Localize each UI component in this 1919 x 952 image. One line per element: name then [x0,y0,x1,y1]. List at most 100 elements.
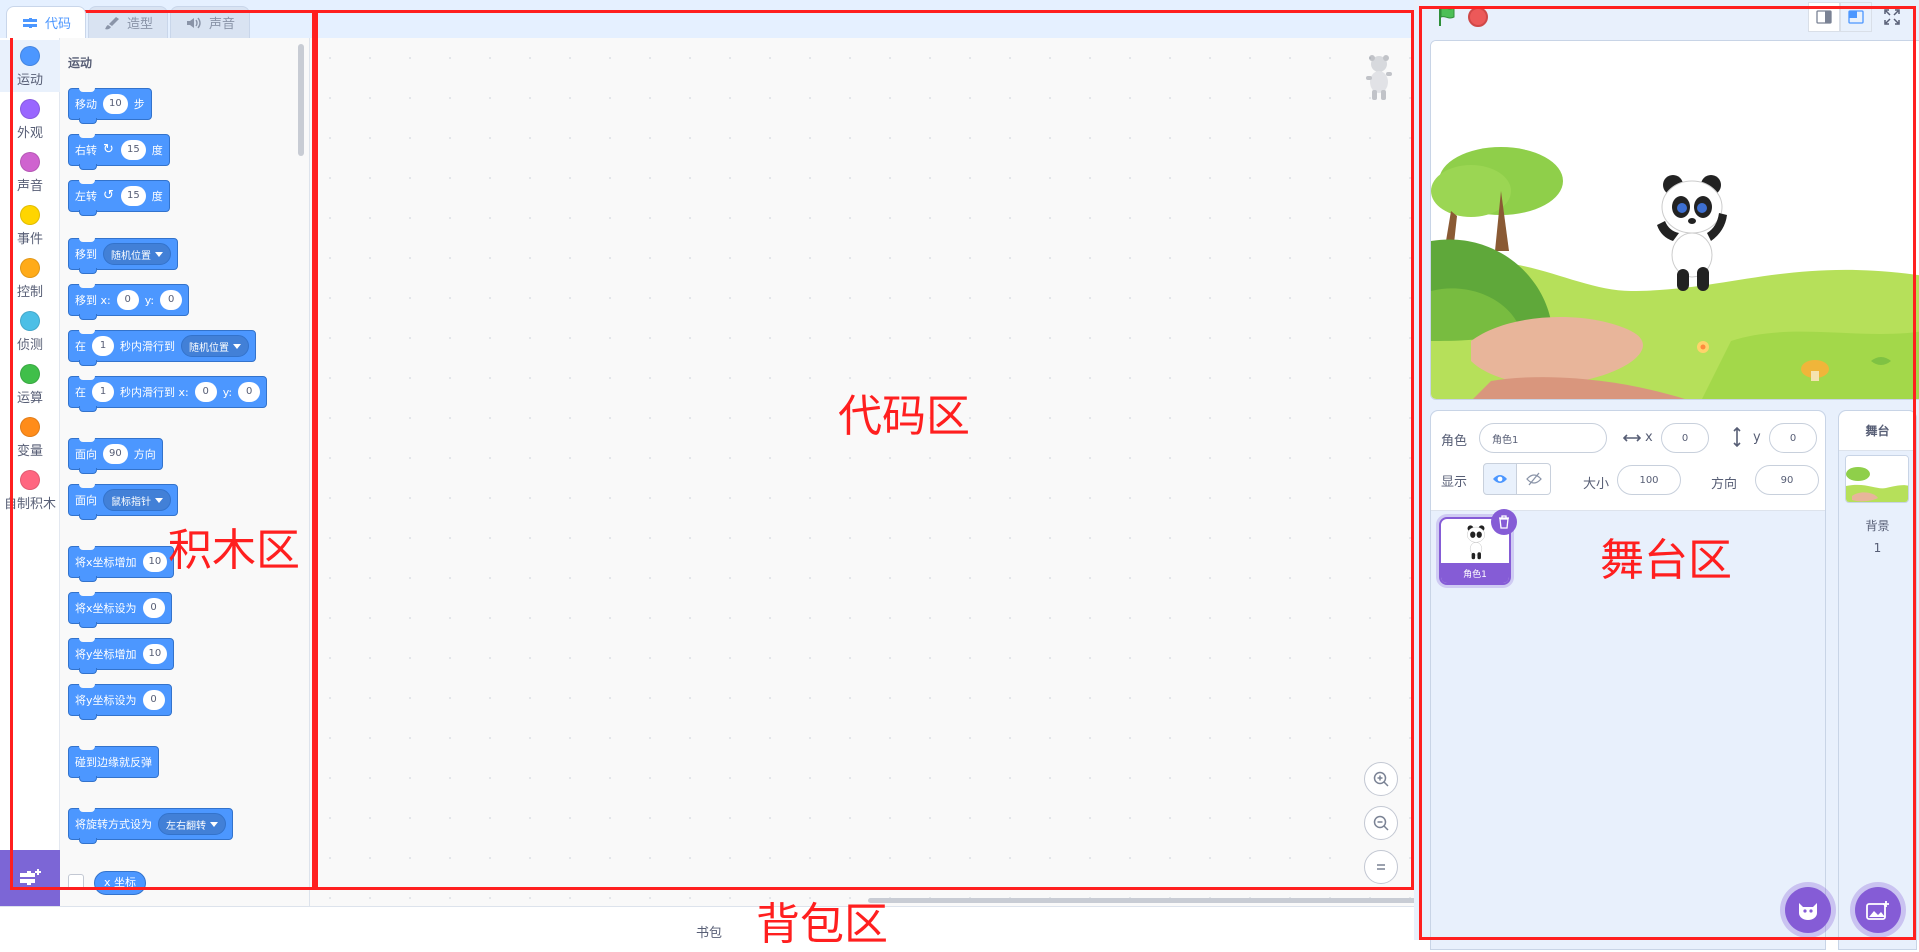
trash-icon [1499,515,1509,529]
motion-category-icon [20,46,40,66]
tab-sounds[interactable]: 声音 [170,6,250,38]
block-turn-left[interactable]: 左转 ↺ 15 度 [68,180,170,216]
dropdown-value: 左右翻转 [166,820,206,832]
hide-sprite-button[interactable] [1517,463,1551,495]
block-label: 将x坐标设为 [75,602,137,615]
green-flag-icon[interactable] [1436,5,1458,27]
y-input[interactable]: 0 [1769,423,1817,453]
block-dropdown[interactable]: 鼠标指针 [103,489,171,511]
block-move-steps[interactable]: 移动 10 步 [68,88,152,124]
category-events[interactable]: 事件 [0,199,60,251]
block-number-input[interactable]: 0 [116,290,139,310]
my-blocks-category-icon [20,470,40,490]
category-label: 侦测 [16,338,43,353]
block-glide-xy[interactable]: 在 1 秒内滑行到 x: 0 y: 0 [68,376,268,412]
backdrop-thumbnail[interactable] [1845,455,1909,503]
block-number-input[interactable]: 10 [142,644,168,664]
block-x-position-reporter[interactable]: x 坐标 [94,871,147,895]
small-stage-icon [1816,10,1832,24]
fullscreen-button[interactable] [1876,2,1908,32]
block-bounce-on-edge[interactable]: 碰到边缘就反弹 [68,746,159,782]
block-number-input[interactable]: 10 [103,94,128,114]
block-point-in-direction[interactable]: 面向 90 方向 [68,438,163,474]
horizontal-arrows-icon [1623,434,1641,442]
category-looks[interactable]: 外观 [0,93,60,145]
show-sprite-button[interactable] [1483,463,1517,495]
category-motion[interactable]: 运动 [0,40,60,92]
stop-button[interactable] [1468,7,1488,27]
rotate-left-icon: ↺ [103,188,114,203]
vertical-arrows-icon [1733,427,1741,447]
category-my-blocks[interactable]: 自制积木 [0,464,60,516]
category-variables[interactable]: 变量 [0,411,60,463]
backpack-bar[interactable]: 书包 [0,906,1414,941]
stage-selector-pane[interactable]: 舞台 背景 1 [1838,410,1917,950]
block-glide-to[interactable]: 在 1 秒内滑行到 随机位置 [68,330,256,366]
delete-sprite-button[interactable] [1491,509,1517,535]
sprite-name-input[interactable]: 角色1 [1479,423,1607,453]
category-sound[interactable]: 声音 [0,146,60,198]
size-input[interactable]: 100 [1617,465,1681,495]
category-sensing[interactable]: 侦测 [0,305,60,357]
block-point-towards[interactable]: 面向 鼠标指针 [68,484,178,520]
block-number-input[interactable]: 15 [121,140,146,160]
block-label: 秒内滑行到 [120,340,175,353]
block-set-rotation-style[interactable]: 将旋转方式设为 左右翻转 [68,808,233,844]
tab-code[interactable]: 代码 [6,6,86,38]
panda-sprite[interactable] [1647,167,1737,297]
block-number-input[interactable]: 0 [142,598,165,618]
category-control[interactable]: 控制 [0,252,60,304]
direction-input[interactable]: 90 [1755,465,1819,495]
block-number-input[interactable]: 0 [142,690,165,710]
block-change-y[interactable]: 将y坐标增加 10 [68,638,175,674]
block-dropdown[interactable]: 随机位置 [103,243,171,265]
add-backdrop-button[interactable] [1855,887,1901,933]
x-position-checkbox[interactable] [68,874,84,890]
sprite-name-label: 角色 [1441,434,1468,449]
backdrop-count: 1 [1873,541,1882,555]
tab-costumes[interactable]: 造型 [88,6,168,38]
block-goto[interactable]: 移到 随机位置 [68,238,178,274]
block-label: 在 [75,386,86,399]
block-change-x[interactable]: 将x坐标增加 10 [68,546,175,582]
category-label: 运动 [16,73,43,88]
block-turn-right[interactable]: 右转 ↻ 15 度 [68,134,170,170]
block-number-input[interactable]: 0 [238,382,261,402]
block-goto-xy[interactable]: 移到 x: 0 y: 0 [68,284,190,320]
code-workspace[interactable] [310,38,1720,906]
block-number-input[interactable]: 10 [142,552,168,572]
tab-code-label: 代码 [44,17,71,32]
block-number-input[interactable]: 90 [103,444,128,464]
category-operators[interactable]: 运算 [0,358,60,410]
block-label: 秒内滑行到 x: [120,386,189,399]
palette-scrollbar[interactable] [298,44,304,156]
block-number-input[interactable]: 1 [92,336,114,356]
block-label: y: [144,293,155,307]
zoom-reset-button[interactable] [1364,850,1398,884]
show-label: 显示 [1441,475,1468,490]
block-dropdown[interactable]: 左右翻转 [158,813,226,835]
stage-selector-title: 舞台 [1839,411,1916,451]
block-label: 将x坐标增加 [75,556,137,569]
block-number-input[interactable]: 1 [92,382,114,402]
add-sprite-button[interactable] [1785,887,1831,933]
sprite-info-panel: 角色 角色1 x 0 y 0 显示 大小 100 方向 90 [1431,411,1825,511]
block-label: 面向 [75,448,97,461]
block-label: 将旋转方式设为 [75,818,152,831]
block-number-input[interactable]: 0 [194,382,217,402]
block-set-x[interactable]: 将x坐标设为 0 [68,592,172,628]
block-number-input[interactable]: 15 [121,186,146,206]
x-input[interactable]: 0 [1661,423,1709,453]
stage-canvas[interactable] [1430,40,1919,400]
zoom-out-button[interactable] [1364,806,1398,840]
cat-face-icon [1799,903,1817,920]
normal-stage-button[interactable] [1840,2,1872,32]
zoom-in-button[interactable] [1364,762,1398,796]
block-number-input[interactable]: 0 [160,290,183,310]
block-label: 移到 [75,248,97,261]
category-label: 变量 [16,444,43,459]
block-dropdown[interactable]: 随机位置 [181,335,249,357]
add-extension-button[interactable] [0,850,60,906]
small-stage-button[interactable] [1808,2,1840,32]
block-set-y[interactable]: 将y坐标设为 0 [68,684,172,720]
